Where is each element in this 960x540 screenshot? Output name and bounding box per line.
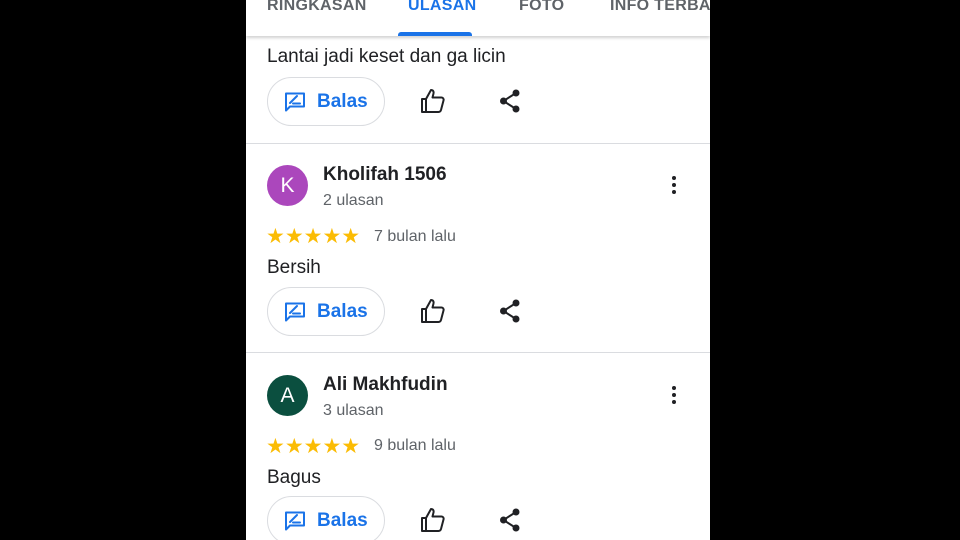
avatar[interactable]: K <box>267 165 308 206</box>
star-rating: ★★★★★ <box>266 435 361 458</box>
reply-label: Balas <box>317 510 368 531</box>
reply-label: Balas <box>317 91 368 112</box>
more-options-icon[interactable] <box>670 176 678 196</box>
reviewer-review-count: 3 ulasan <box>323 402 384 419</box>
reply-label: Balas <box>317 301 368 322</box>
more-options-icon[interactable] <box>670 386 678 406</box>
reply-button[interactable]: Balas <box>267 496 385 540</box>
active-tab-indicator <box>398 32 472 36</box>
tab-ulasan[interactable]: ULASAN <box>408 0 476 25</box>
tab-foto[interactable]: FOTO <box>519 0 564 25</box>
reviews-screen: RINGKASAN ULASAN FOTO INFO TERBA Lantai … <box>246 0 710 540</box>
share-icon[interactable] <box>499 508 521 532</box>
tab-info[interactable]: INFO TERBA <box>610 0 710 25</box>
reply-button[interactable]: Balas <box>267 77 385 126</box>
reviewer-name[interactable]: Ali Makhfudin <box>323 374 448 396</box>
reviewer-name[interactable]: Kholifah 1506 <box>323 164 447 186</box>
thumbs-up-icon[interactable] <box>420 88 446 114</box>
review-time: 9 bulan lalu <box>374 437 456 454</box>
reply-edit-icon <box>285 92 305 112</box>
divider <box>246 143 710 144</box>
review-text: Lantai jadi keset dan ga licin <box>267 46 506 67</box>
review-text: Bagus <box>267 467 321 488</box>
reply-edit-icon <box>285 511 305 531</box>
review-time: 7 bulan lalu <box>374 228 456 245</box>
tab-ringkasan[interactable]: RINGKASAN <box>267 0 367 25</box>
reply-edit-icon <box>285 302 305 322</box>
reviewer-review-count: 2 ulasan <box>323 192 384 209</box>
divider <box>246 352 710 353</box>
share-icon[interactable] <box>499 299 521 323</box>
star-rating: ★★★★★ <box>266 225 361 248</box>
reply-button[interactable]: Balas <box>267 287 385 336</box>
share-icon[interactable] <box>499 89 521 113</box>
thumbs-up-icon[interactable] <box>420 298 446 324</box>
thumbs-up-icon[interactable] <box>420 507 446 533</box>
review-text: Bersih <box>267 257 321 278</box>
avatar[interactable]: A <box>267 375 308 416</box>
tab-bar: RINGKASAN ULASAN FOTO INFO TERBA <box>246 0 710 36</box>
